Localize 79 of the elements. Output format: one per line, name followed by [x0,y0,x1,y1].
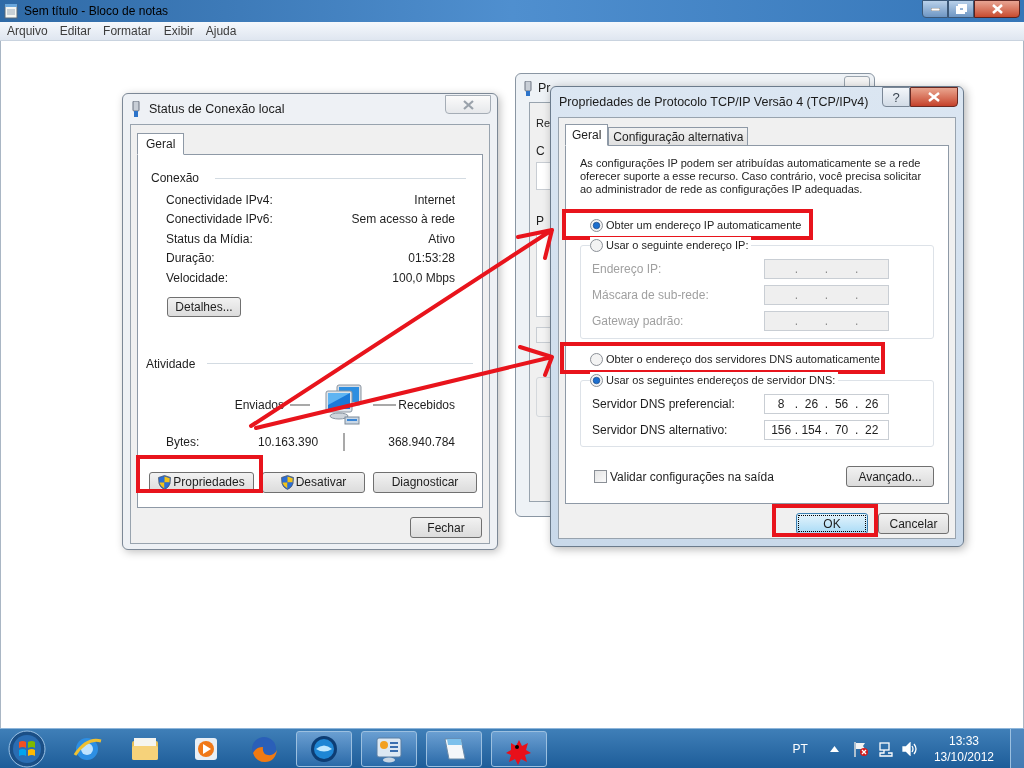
radio-button[interactable] [590,218,603,232]
window-title: Propriedades de Protocolo TCP/IP Versão 4 (TCP/IPv4) [559,93,869,111]
clock-date[interactable]: 13/10/2012 [933,748,994,765]
field-label: Servidor DNS preferencial: [592,396,735,413]
checkbox[interactable] [594,470,607,483]
field-label: Endereço IP: [592,261,662,278]
column-label: Enviados [233,396,284,414]
details-button[interactable]: Detalhes... [167,296,241,317]
action-button[interactable]: Desativar [262,471,365,493]
radio-label: Usar os seguintes endereços de servidor DNS: [606,372,836,388]
field-value: Internet [414,191,455,209]
close-icon [462,99,474,110]
radio-button[interactable] [590,238,603,252]
radio-label: Obter o endereço dos servidores DNS automaticamente [606,351,880,367]
menu-item[interactable]: Exibir [157,22,200,40]
network-icon[interactable] [877,740,894,757]
clock-time[interactable]: 13:33 [948,732,979,749]
column-label: Recebidos [397,396,456,414]
ip-address-field[interactable]: 156 . 154 . 70 . 22 [764,420,889,440]
menu-item[interactable]: Ajuda [199,22,243,40]
window-title: Sem título - Bloco de notas [24,3,169,20]
menu-item[interactable]: Formatar [97,22,158,40]
field-value: 01:53:28 [408,250,455,268]
field-label: Duração: [166,250,215,268]
label: P [536,212,544,230]
section-heading: Atividade [146,355,196,373]
tab[interactable]: Configuração alternativa [608,127,749,146]
restore-icon [955,4,967,14]
maximize-button[interactable] [948,0,974,18]
taskbar-button[interactable] [361,730,417,767]
label: C [536,142,545,160]
radio-label: Obter um endereço IP automaticamente [606,217,802,233]
field-value: Sem acesso à rede [351,211,455,229]
advanced-button[interactable]: Avançado... [846,466,934,487]
close-icon [991,4,1003,14]
field-label: Servidor DNS alternativo: [592,422,728,439]
taskbar-button[interactable] [296,730,352,767]
field-value: 100,0 Mbps [392,269,455,287]
field-value: 10.163.390 [258,433,320,451]
language-indicator[interactable]: PT [792,739,808,758]
field-label: Status da Mídia: [166,230,253,248]
window-title: Pr [538,79,551,97]
tab[interactable]: Geral [565,124,609,146]
start-button[interactable] [8,729,46,768]
taskbar-button[interactable] [426,730,482,767]
radio-button[interactable] [590,373,603,387]
field-value: 368.940.784 [387,433,456,451]
description-text: As configurações IP podem ser atribuídas automaticamente se a rede oferecer suporte a esse recurso. Caso contrário, você precisa solicitar ao administrador de rede as configurações IP adequadas. [580,157,923,196]
field-label: Bytes: [166,433,201,451]
field-label: Conectividade IPv6: [166,211,273,229]
radio-button[interactable] [590,352,603,366]
menu-item[interactable]: Editar [53,22,98,40]
network-plug-icon [524,80,532,96]
notepad-icon [4,3,18,19]
field-label: Conectividade IPv4: [166,191,273,209]
ip-address-field[interactable]: 8 . 26 . 56 . 26 [764,394,889,414]
field-label: Máscara de sub-rede: [592,287,709,304]
menu-item[interactable]: Arquivo [1,22,54,40]
tab[interactable]: Geral [137,133,185,155]
field-label: Velocidade: [166,269,229,287]
close-dialog-button[interactable]: Fechar [410,517,482,538]
section-heading: Conexão [151,170,200,187]
show-hidden-icons-icon[interactable] [829,745,839,752]
help-button[interactable]: ? [882,87,910,107]
field-value: Ativo [428,230,455,248]
minimize-icon [930,7,940,11]
speaker-icon[interactable] [901,741,918,756]
window-title: Status de Conexão local [149,100,285,118]
field-label: Gateway padrão: [592,313,684,330]
cancel-button[interactable]: Cancelar [878,513,949,534]
ok-button[interactable]: OK [796,513,868,534]
checkbox-label: Validar configurações na saída [610,468,774,486]
network-plug-icon [132,101,140,117]
tab[interactable]: Re [536,115,551,132]
action-button[interactable]: Diagnosticar [373,471,477,493]
close-icon [928,92,940,102]
minimize-button[interactable] [922,0,948,18]
radio-label: Usar o seguinte endereço IP: [606,237,749,253]
flag-icon[interactable] [852,740,869,757]
